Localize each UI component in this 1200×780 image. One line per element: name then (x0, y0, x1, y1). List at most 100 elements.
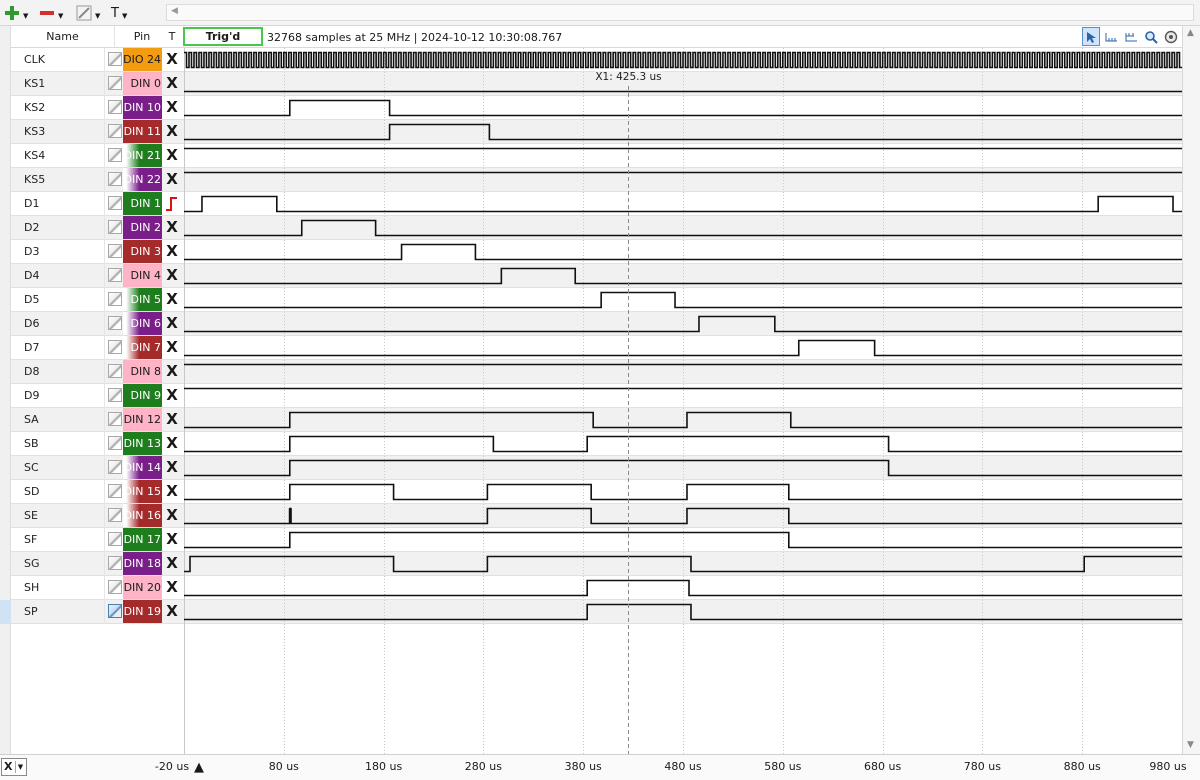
pin-badge[interactable]: DIN 11 (123, 120, 162, 143)
pin-badge[interactable]: DIN 9 (123, 384, 162, 407)
pin-badge[interactable]: DIN 21 (123, 144, 162, 167)
pin-badge[interactable]: DIN 19 (123, 600, 162, 623)
pin-badge[interactable]: DIN 2 (123, 216, 162, 239)
pin-badge[interactable]: DIN 10 (123, 96, 162, 119)
trigger-none-icon[interactable]: X (164, 168, 180, 191)
trigger-none-icon[interactable]: X (164, 216, 180, 239)
trigger-none-icon[interactable]: X (164, 528, 180, 551)
pen-icon[interactable] (108, 76, 122, 90)
pin-badge[interactable]: DIN 8 (123, 360, 162, 383)
channel-name[interactable]: SA (24, 408, 39, 431)
clock-waveform[interactable] (184, 51, 1182, 69)
trigger-none-icon[interactable]: X (164, 288, 180, 311)
channel-name[interactable]: D3 (24, 240, 39, 263)
trigger-none-icon[interactable]: X (164, 384, 180, 407)
pin-badge[interactable]: DIN 15 (123, 480, 162, 503)
channel-name[interactable]: D4 (24, 264, 39, 287)
trigger-none-icon[interactable]: X (164, 144, 180, 167)
pin-badge[interactable]: DIN 17 (123, 528, 162, 551)
trigger-none-icon[interactable]: X (164, 360, 180, 383)
zoom-icon[interactable] (1142, 27, 1160, 46)
pin-badge[interactable]: DIN 20 (123, 576, 162, 599)
pin-badge[interactable]: DIN 5 (123, 288, 162, 311)
trigger-marker-icon[interactable]: ▲ (194, 760, 204, 775)
pen-icon[interactable] (108, 436, 122, 450)
pen-icon[interactable] (108, 580, 122, 594)
channel-name[interactable]: D1 (24, 192, 39, 215)
trigger-none-icon[interactable]: X (164, 480, 180, 503)
pin-badge[interactable]: DIN 4 (123, 264, 162, 287)
pen-icon[interactable] (108, 556, 122, 570)
pin-badge[interactable]: DIN 1 (123, 192, 162, 215)
waveform-area[interactable]: X1: 425.3 us (184, 48, 1182, 754)
trigger-none-icon[interactable]: X (164, 120, 180, 143)
pen-icon[interactable] (108, 52, 122, 66)
scroll-down-icon[interactable]: ▼ (1187, 740, 1194, 750)
trigger-none-icon[interactable]: X (164, 552, 180, 575)
pin-badge[interactable]: DIN 6 (123, 312, 162, 335)
channel-name[interactable]: D8 (24, 360, 39, 383)
channel-name[interactable]: KS2 (24, 96, 45, 119)
pen-icon[interactable] (108, 172, 122, 186)
scroll-left-icon[interactable]: ◀ (171, 6, 178, 16)
pen-icon[interactable] (108, 604, 122, 618)
channel-name[interactable]: KS4 (24, 144, 45, 167)
channel-name[interactable]: D9 (24, 384, 39, 407)
trigger-none-icon[interactable]: X (164, 264, 180, 287)
pin-badge[interactable]: DIN 12 (123, 408, 162, 431)
channel-name[interactable]: SG (24, 552, 40, 575)
decoder-button[interactable]: ▼ (76, 3, 100, 23)
trigger-none-icon[interactable]: X (164, 504, 180, 527)
pen-icon[interactable] (108, 340, 122, 354)
pin-badge[interactable]: DIN 22 (123, 168, 162, 191)
pin-badge[interactable]: DIN 13 (123, 432, 162, 455)
pin-badge[interactable]: DIN 0 (123, 72, 162, 95)
channel-name[interactable]: SE (24, 504, 38, 527)
channel-name[interactable]: CLK (24, 48, 45, 71)
pointer-icon[interactable] (1082, 27, 1100, 46)
trigger-none-icon[interactable]: X (164, 312, 180, 335)
channel-name[interactable]: SD (24, 480, 39, 503)
channel-name[interactable]: D2 (24, 216, 39, 239)
trigger-none-icon[interactable]: X (164, 48, 180, 71)
trigger-none-icon[interactable]: X (164, 576, 180, 599)
ruler-icon[interactable] (1102, 27, 1120, 46)
channel-name[interactable]: KS1 (24, 72, 45, 95)
pin-badge[interactable]: DIN 16 (123, 504, 162, 527)
pen-icon[interactable] (108, 196, 122, 210)
text-tool-button[interactable]: T ▼ (111, 3, 127, 23)
pen-icon[interactable] (108, 508, 122, 522)
pen-icon[interactable] (108, 460, 122, 474)
pen-icon[interactable] (108, 484, 122, 498)
ruler-alt-icon[interactable] (1122, 27, 1140, 46)
trigger-none-icon[interactable]: X (164, 600, 180, 623)
trigger-none-icon[interactable]: X (164, 96, 180, 119)
horizontal-scrollbar[interactable]: ◀ (166, 4, 1194, 21)
vertical-scrollbar[interactable]: ▲ ▼ (1182, 26, 1200, 754)
pin-badge[interactable]: DIN 7 (123, 336, 162, 359)
pin-badge[interactable]: DIO 24 (123, 48, 162, 71)
trigger-none-icon[interactable]: X (164, 408, 180, 431)
trigger-none-icon[interactable]: X (164, 336, 180, 359)
pen-icon[interactable] (108, 316, 122, 330)
pen-icon[interactable] (108, 124, 122, 138)
channel-name[interactable]: KS3 (24, 120, 45, 143)
pen-icon[interactable] (108, 412, 122, 426)
channel-name[interactable]: SH (24, 576, 39, 599)
channel-name[interactable]: SC (24, 456, 39, 479)
pin-badge[interactable]: DIN 3 (123, 240, 162, 263)
reset-zoom-icon[interactable] (1162, 27, 1180, 46)
channel-name[interactable]: D5 (24, 288, 39, 311)
pen-icon[interactable] (108, 364, 122, 378)
trigger-none-icon[interactable]: X (164, 456, 180, 479)
trigger-none-icon[interactable]: X (164, 432, 180, 455)
trigger-none-icon[interactable]: X (164, 72, 180, 95)
channel-name[interactable]: KS5 (24, 168, 45, 191)
remove-channel-button[interactable]: ▼ (39, 3, 63, 23)
name-column-header[interactable]: Name (11, 26, 115, 47)
trigger-none-icon[interactable]: X (164, 240, 180, 263)
pen-icon[interactable] (108, 100, 122, 114)
axis-select[interactable]: X ▼ (1, 758, 27, 776)
pen-icon[interactable] (108, 244, 122, 258)
pin-badge[interactable]: DIN 14 (123, 456, 162, 479)
